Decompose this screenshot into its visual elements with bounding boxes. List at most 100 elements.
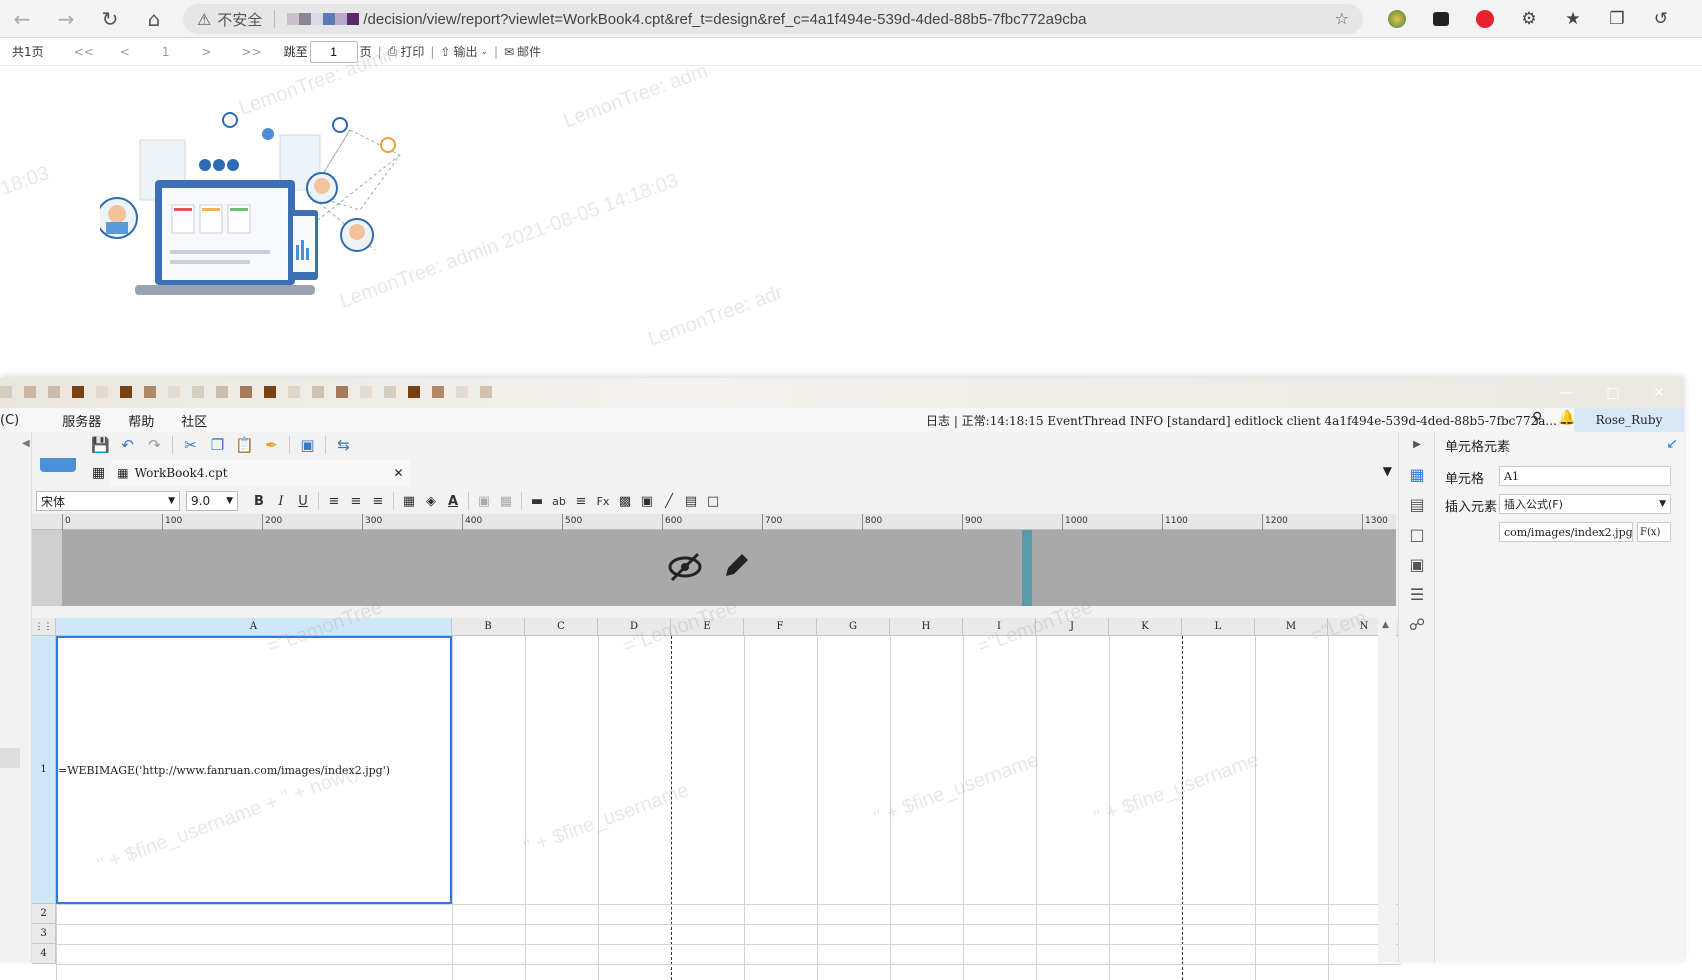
font-family-select[interactable]: 宋体 ▼ bbox=[36, 491, 180, 511]
cell-name-field[interactable]: A1 bbox=[1499, 466, 1671, 486]
favorite-icon[interactable]: ☆ bbox=[1335, 9, 1349, 28]
column-header-g[interactable]: G bbox=[817, 618, 890, 636]
column-header-i[interactable]: I bbox=[963, 618, 1036, 636]
italic-icon[interactable]: I bbox=[270, 490, 292, 512]
export-button[interactable]: ⇧ 输出 ⌄ bbox=[440, 43, 488, 60]
wrap-text-icon[interactable]: ≡ bbox=[570, 490, 592, 512]
formula-button[interactable]: F(x) bbox=[1637, 522, 1671, 542]
column-header-k[interactable]: K bbox=[1109, 618, 1182, 636]
extension-globe-icon[interactable] bbox=[1375, 0, 1419, 38]
redo-icon[interactable]: ↷ bbox=[141, 433, 168, 457]
align-center-icon[interactable]: ≡ bbox=[345, 490, 367, 512]
maximize-icon[interactable]: □ bbox=[1590, 378, 1636, 408]
next-page-button[interactable]: > bbox=[201, 45, 211, 59]
log-status[interactable]: 日志 | 正常:14:18:15 EventThread INFO [stand… bbox=[926, 412, 1557, 429]
column-header-e[interactable]: E bbox=[671, 618, 744, 636]
reload-icon[interactable]: ↻ bbox=[88, 0, 132, 38]
menu-item-server[interactable]: 服务器 bbox=[62, 411, 101, 430]
address-bar[interactable]: ⚠ 不安全 /decision/view/report?viewlet=Work… bbox=[183, 4, 1363, 34]
insert-frame-icon[interactable]: □ bbox=[702, 490, 724, 512]
align-left-icon[interactable]: ≡ bbox=[323, 490, 345, 512]
split-cells-icon[interactable]: ▦ bbox=[495, 490, 517, 512]
cell-a1[interactable]: =WEBIMAGE('http://www.fanruan.com/images… bbox=[56, 636, 452, 904]
column-header-d[interactable]: D bbox=[598, 618, 671, 636]
hide-eye-icon[interactable] bbox=[668, 550, 702, 584]
back-icon[interactable]: ← bbox=[0, 0, 44, 38]
close-icon[interactable]: ✕ bbox=[1636, 378, 1682, 408]
search-icon[interactable]: ⚲ bbox=[1532, 410, 1542, 426]
last-page-button[interactable]: >> bbox=[242, 45, 262, 59]
cell-element-icon[interactable]: ▦ bbox=[1407, 464, 1427, 484]
fill-color-icon[interactable]: ◈ bbox=[420, 490, 442, 512]
font-color-icon[interactable]: A bbox=[442, 490, 464, 512]
column-header-f[interactable]: F bbox=[744, 618, 817, 636]
collapse-left-icon[interactable]: ◀ bbox=[22, 438, 30, 449]
rich-text-icon[interactable]: ab bbox=[548, 490, 570, 512]
select-all-corner[interactable]: ⋮⋮ bbox=[32, 618, 56, 636]
save-icon[interactable]: 💾 bbox=[87, 433, 114, 457]
widget-icon[interactable]: ▣ bbox=[1407, 554, 1427, 574]
column-header-a[interactable]: A bbox=[56, 618, 452, 636]
page-jump-input[interactable] bbox=[309, 40, 358, 63]
row-header-1[interactable]: 1 bbox=[32, 636, 56, 904]
insert-subreport-icon[interactable]: ▤ bbox=[680, 490, 702, 512]
home-icon[interactable]: ⌂ bbox=[132, 0, 176, 38]
insert-element-select[interactable]: 插入公式(F) ▼ bbox=[1499, 494, 1671, 514]
condition-icon[interactable]: ☰ bbox=[1407, 584, 1427, 604]
column-header-c[interactable]: C bbox=[525, 618, 598, 636]
insert-chart-icon[interactable]: ▩ bbox=[614, 490, 636, 512]
first-page-button[interactable]: << bbox=[74, 45, 94, 59]
edit-pencil-icon[interactable] bbox=[722, 550, 752, 580]
underline-icon[interactable]: U bbox=[292, 490, 314, 512]
security-indicator[interactable]: ⚠ 不安全 bbox=[197, 9, 262, 30]
align-right-icon[interactable]: ≡ bbox=[367, 490, 389, 512]
left-scroll-thumb[interactable] bbox=[0, 748, 20, 768]
column-header-b[interactable]: B bbox=[452, 618, 525, 636]
paste-icon[interactable]: 📋 bbox=[231, 433, 258, 457]
extension-opera-icon[interactable] bbox=[1463, 0, 1507, 38]
font-size-select[interactable]: 9.0 ▼ bbox=[186, 491, 238, 511]
collections-icon[interactable]: ❐ bbox=[1595, 0, 1639, 38]
grid-view-icon[interactable]: ▦ bbox=[92, 465, 105, 481]
undo-icon[interactable]: ↶ bbox=[114, 433, 141, 457]
menu-item[interactable]: (C) bbox=[0, 413, 19, 428]
minimize-icon[interactable]: — bbox=[1544, 378, 1590, 408]
column-header-l[interactable]: L bbox=[1182, 618, 1255, 636]
prev-page-button[interactable]: < bbox=[120, 45, 130, 59]
cut-icon[interactable]: ✂ bbox=[177, 433, 204, 457]
insert-formula-icon[interactable]: Fx bbox=[592, 490, 614, 512]
extensions-icon[interactable]: ⚙ bbox=[1507, 0, 1551, 38]
user-name[interactable]: Rose_Ruby bbox=[1574, 408, 1684, 432]
tab-workbook4[interactable]: ▦ WorkBook4.cpt ✕ bbox=[111, 460, 410, 486]
bell-icon[interactable]: 🔔 bbox=[1558, 410, 1575, 426]
expand-icon[interactable]: ↙ bbox=[1666, 436, 1678, 452]
history-icon[interactable]: ↺ bbox=[1639, 0, 1683, 38]
row-header-2[interactable]: 2 bbox=[32, 904, 56, 924]
hyperlink-icon[interactable]: ☍ bbox=[1407, 614, 1427, 634]
border-icon[interactable]: ▦ bbox=[398, 490, 420, 512]
menu-item-community[interactable]: 社区 bbox=[181, 411, 207, 430]
switch-icon[interactable]: ⇆ bbox=[330, 433, 357, 457]
forward-icon[interactable]: → bbox=[44, 0, 88, 38]
bold-icon[interactable]: B bbox=[248, 490, 270, 512]
scroll-up-icon[interactable]: ▲ bbox=[1382, 620, 1389, 630]
merge-cells-icon[interactable]: ▣ bbox=[473, 490, 495, 512]
dropdown-menu-icon[interactable]: ▼ bbox=[1383, 464, 1392, 478]
column-header-j[interactable]: J bbox=[1036, 618, 1109, 636]
print-button[interactable]: ⎙ 打印 bbox=[388, 43, 425, 60]
row-header-4[interactable]: 4 bbox=[32, 944, 56, 964]
column-header-m[interactable]: M bbox=[1255, 618, 1328, 636]
insert-image-icon[interactable]: ▣ bbox=[636, 490, 658, 512]
tab-close-icon[interactable]: ✕ bbox=[394, 466, 404, 480]
menu-item-help[interactable]: 帮助 bbox=[128, 411, 154, 430]
column-header-h[interactable]: H bbox=[890, 618, 963, 636]
formula-preview-field[interactable]: com/images/index2.jpg') bbox=[1499, 522, 1633, 542]
favorites-icon[interactable]: ★ bbox=[1551, 0, 1595, 38]
insert-text-icon[interactable]: ▬ bbox=[526, 490, 548, 512]
extension-mask-icon[interactable] bbox=[1419, 0, 1463, 38]
cell-attribute-icon[interactable]: ▤ bbox=[1407, 494, 1427, 514]
float-element-icon[interactable]: □ bbox=[1407, 524, 1427, 544]
preview-icon[interactable]: ▣ bbox=[294, 433, 321, 457]
copy-icon[interactable]: ❐ bbox=[204, 433, 231, 457]
row-header-3[interactable]: 3 bbox=[32, 924, 56, 944]
